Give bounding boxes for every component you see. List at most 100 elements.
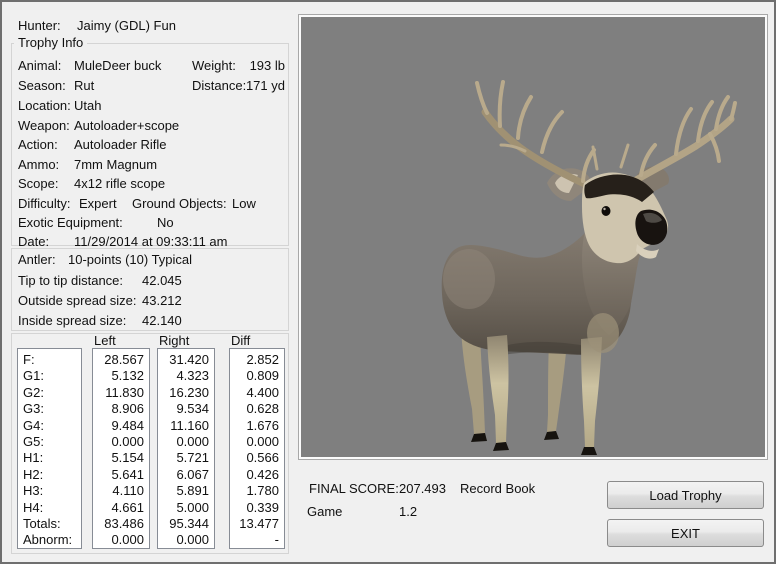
score-row-label: G3: <box>18 401 81 417</box>
score-value-right: 5.000 <box>158 500 214 516</box>
score-value-right: 6.067 <box>158 467 214 483</box>
distance-value: 171 yd <box>238 79 285 93</box>
score-value-right: 0.000 <box>158 434 214 450</box>
tip-to-tip-label: Tip to tip distance: <box>18 274 123 288</box>
score-row-label: G4: <box>18 418 81 434</box>
score-value-left: 5.641 <box>93 467 149 483</box>
exotic-equipment-label: Exotic Equipment: <box>18 216 123 230</box>
final-score-label: FINAL SCORE: <box>309 482 399 496</box>
score-value-diff: 0.339 <box>230 500 284 516</box>
game-version: 1.2 <box>399 505 417 519</box>
scope-label: Scope: <box>18 177 58 191</box>
deer-eye <box>602 206 611 216</box>
final-score-value: 207.493 <box>399 482 446 496</box>
inside-spread-label: Inside spread size: <box>18 314 126 328</box>
score-value-diff: 2.852 <box>230 352 284 368</box>
score-row-label: G2: <box>18 385 81 401</box>
outside-spread-label: Outside spread size: <box>18 294 137 308</box>
date-label: Date: <box>18 235 49 249</box>
score-row-label: H1: <box>18 450 81 466</box>
ground-objects-value: Low <box>232 197 256 211</box>
action-value: Autoloader Rifle <box>74 138 167 152</box>
location-label: Location: <box>18 99 71 113</box>
score-value-right: 31.420 <box>158 352 214 368</box>
score-col-diff: 2.8520.8094.4000.6281.6760.0000.5660.426… <box>229 348 285 549</box>
score-value-left: 4.661 <box>93 500 149 516</box>
animal-label: Animal: <box>18 59 61 73</box>
score-value-right: 95.344 <box>158 516 214 532</box>
outside-spread-value: 43.212 <box>142 294 182 308</box>
score-row-label: Totals: <box>18 516 81 532</box>
deer-rump-highlight <box>443 249 495 309</box>
score-header-left: Left <box>94 334 116 348</box>
score-row-label: G1: <box>18 368 81 384</box>
location-value: Utah <box>74 99 101 113</box>
exit-button[interactable]: EXIT <box>607 519 764 547</box>
ammo-label: Ammo: <box>18 158 59 172</box>
action-label: Action: <box>18 138 58 152</box>
score-header-right: Right <box>159 334 189 348</box>
exotic-equipment-value: No <box>157 216 174 230</box>
score-col-left: 28.5675.13211.8308.9069.4840.0005.1545.6… <box>92 348 150 549</box>
deer-render <box>301 17 765 457</box>
weight-value: 193 lb <box>238 59 285 73</box>
ammo-value: 7mm Magnum <box>74 158 157 172</box>
score-col-right: 31.4204.32316.2309.53411.1600.0005.7216.… <box>157 348 215 549</box>
antler-value: 10-points (10) Typical <box>68 253 192 267</box>
load-trophy-button[interactable]: Load Trophy <box>607 481 764 509</box>
game-label: Game <box>307 505 342 519</box>
score-value-right: 11.160 <box>158 418 214 434</box>
tip-to-tip-value: 42.045 <box>142 274 182 288</box>
trophy-viewport[interactable] <box>301 17 765 457</box>
score-value-left: 8.906 <box>93 401 149 417</box>
scope-value: 4x12 rifle scope <box>74 177 165 191</box>
weight-label: Weight: <box>192 59 236 73</box>
weapon-label: Weapon: <box>18 119 70 133</box>
score-value-left: 11.830 <box>93 385 149 401</box>
difficulty-label: Difficulty: <box>18 197 71 211</box>
score-value-diff: - <box>230 532 284 548</box>
trophy-viewport-frame <box>298 14 768 460</box>
hunter-label: Hunter: <box>18 19 61 33</box>
score-value-diff: 0.628 <box>230 401 284 417</box>
trophy-window: Hunter: Jaimy (GDL) Fun Trophy Info Anim… <box>0 0 776 564</box>
score-value-left: 83.486 <box>93 516 149 532</box>
score-value-diff: 0.000 <box>230 434 284 450</box>
score-row-label: F: <box>18 352 81 368</box>
score-value-right: 9.534 <box>158 401 214 417</box>
score-value-left: 5.132 <box>93 368 149 384</box>
animal-value: MuleDeer buck <box>74 59 161 73</box>
score-value-left: 0.000 <box>93 532 149 548</box>
score-row-label: Abnorm: <box>18 532 81 548</box>
score-header-diff: Diff <box>231 334 250 348</box>
score-value-right: 0.000 <box>158 532 214 548</box>
season-value: Rut <box>74 79 94 93</box>
score-value-right: 16.230 <box>158 385 214 401</box>
score-value-diff: 0.426 <box>230 467 284 483</box>
score-value-left: 5.154 <box>93 450 149 466</box>
deer-chest-patch <box>587 313 619 353</box>
trophy-info-legend: Trophy Info <box>14 36 87 50</box>
score-value-diff: 0.566 <box>230 450 284 466</box>
score-value-left: 9.484 <box>93 418 149 434</box>
hunter-value: Jaimy (GDL) Fun <box>77 19 176 33</box>
score-value-diff: 1.780 <box>230 483 284 499</box>
weapon-value: Autoloader+scope <box>74 119 179 133</box>
score-value-left: 4.110 <box>93 483 149 499</box>
season-label: Season: <box>18 79 66 93</box>
score-value-left: 28.567 <box>93 352 149 368</box>
viewport-background <box>301 17 765 457</box>
score-row-label: H4: <box>18 500 81 516</box>
score-value-left: 0.000 <box>93 434 149 450</box>
score-value-right: 5.891 <box>158 483 214 499</box>
score-value-diff: 0.809 <box>230 368 284 384</box>
inside-spread-value: 42.140 <box>142 314 182 328</box>
score-row-label: H3: <box>18 483 81 499</box>
date-value: 11/29/2014 at 09:33:11 am <box>74 235 227 249</box>
score-value-diff: 1.676 <box>230 418 284 434</box>
difficulty-value: Expert <box>79 197 117 211</box>
score-row-label: H2: <box>18 467 81 483</box>
score-row-label: G5: <box>18 434 81 450</box>
score-col-labels: F:G1:G2:G3:G4:G5:H1:H2:H3:H4:Totals:Abno… <box>17 348 82 549</box>
ground-objects-label: Ground Objects: <box>132 197 227 211</box>
